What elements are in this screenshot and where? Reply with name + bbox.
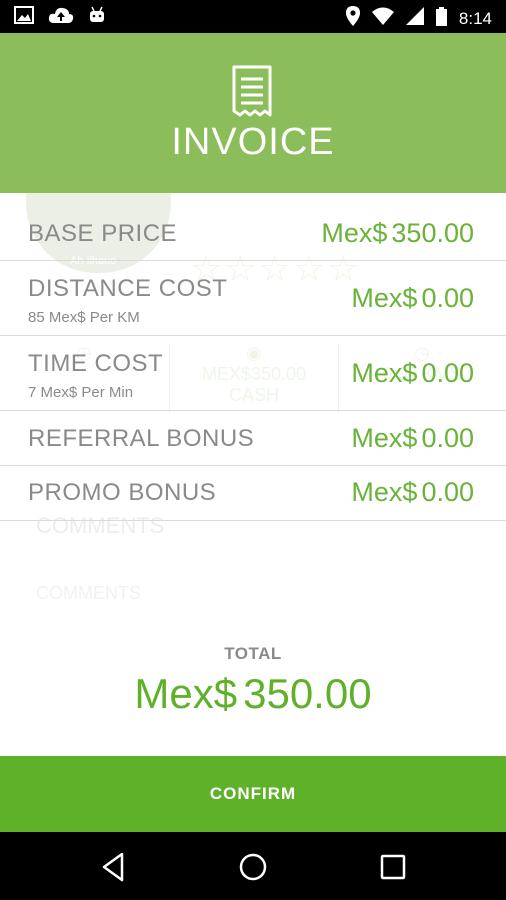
cloud-upload-icon <box>48 6 74 29</box>
row-label: BASE PRICE <box>28 220 178 247</box>
total-amount: Mex$ 350.00 <box>134 670 372 717</box>
row-promo-bonus: PROMO BONUS Mex$ 0.00 <box>0 466 506 521</box>
confirm-button[interactable]: CONFIRM <box>0 756 506 832</box>
comments-field: COMMENTS <box>36 583 141 603</box>
row-sublabel: 85 Mex$ Per KM <box>28 309 140 326</box>
row-distance-cost: DISTANCE COST 85 Mex$ Per KM Mex$ 0.00 <box>0 261 506 336</box>
signal-icon <box>405 7 424 30</box>
image-icon <box>14 6 34 29</box>
row-base-price: BASE PRICE Mex$ 350.00 <box>0 198 506 261</box>
row-amount: Mex$ 350.00 <box>321 218 474 248</box>
invoice-header: INVOICE <box>0 33 506 193</box>
invoice-rows: BASE PRICE Mex$ 350.00 DISTANCE COST 85 M… <box>0 198 506 521</box>
total-label: TOTAL <box>224 644 282 663</box>
battery-icon <box>435 6 447 31</box>
row-amount: Mex$ 0.00 <box>351 358 474 388</box>
row-amount: Mex$ 0.00 <box>351 283 474 313</box>
back-icon[interactable] <box>96 850 130 884</box>
navigation-bar <box>0 832 506 900</box>
receipt-icon <box>232 65 272 117</box>
row-time-cost: TIME COST 7 Mex$ Per Min Mex$ 0.00 <box>0 336 506 411</box>
row-label: PROMO BONUS <box>28 479 217 506</box>
row-referral-bonus: REFERRAL BONUS Mex$ 0.00 <box>0 411 506 466</box>
android-icon <box>88 6 106 29</box>
page-title: INVOICE <box>171 121 335 163</box>
home-icon[interactable] <box>236 850 270 884</box>
clock: 8:14 <box>458 8 492 28</box>
row-label: TIME COST <box>28 350 164 377</box>
recents-icon[interactable] <box>376 850 410 884</box>
status-bar: 8:14 <box>0 0 506 33</box>
row-amount: Mex$ 0.00 <box>351 477 474 507</box>
wifi-icon <box>371 7 394 30</box>
row-amount: Mex$ 0.00 <box>351 423 474 453</box>
location-icon <box>345 6 360 31</box>
row-label: DISTANCE COST <box>28 275 228 302</box>
row-sublabel: 7 Mex$ Per Min <box>28 384 134 401</box>
header-zigzag-edge <box>0 182 506 192</box>
row-label: REFERRAL BONUS <box>28 425 255 452</box>
